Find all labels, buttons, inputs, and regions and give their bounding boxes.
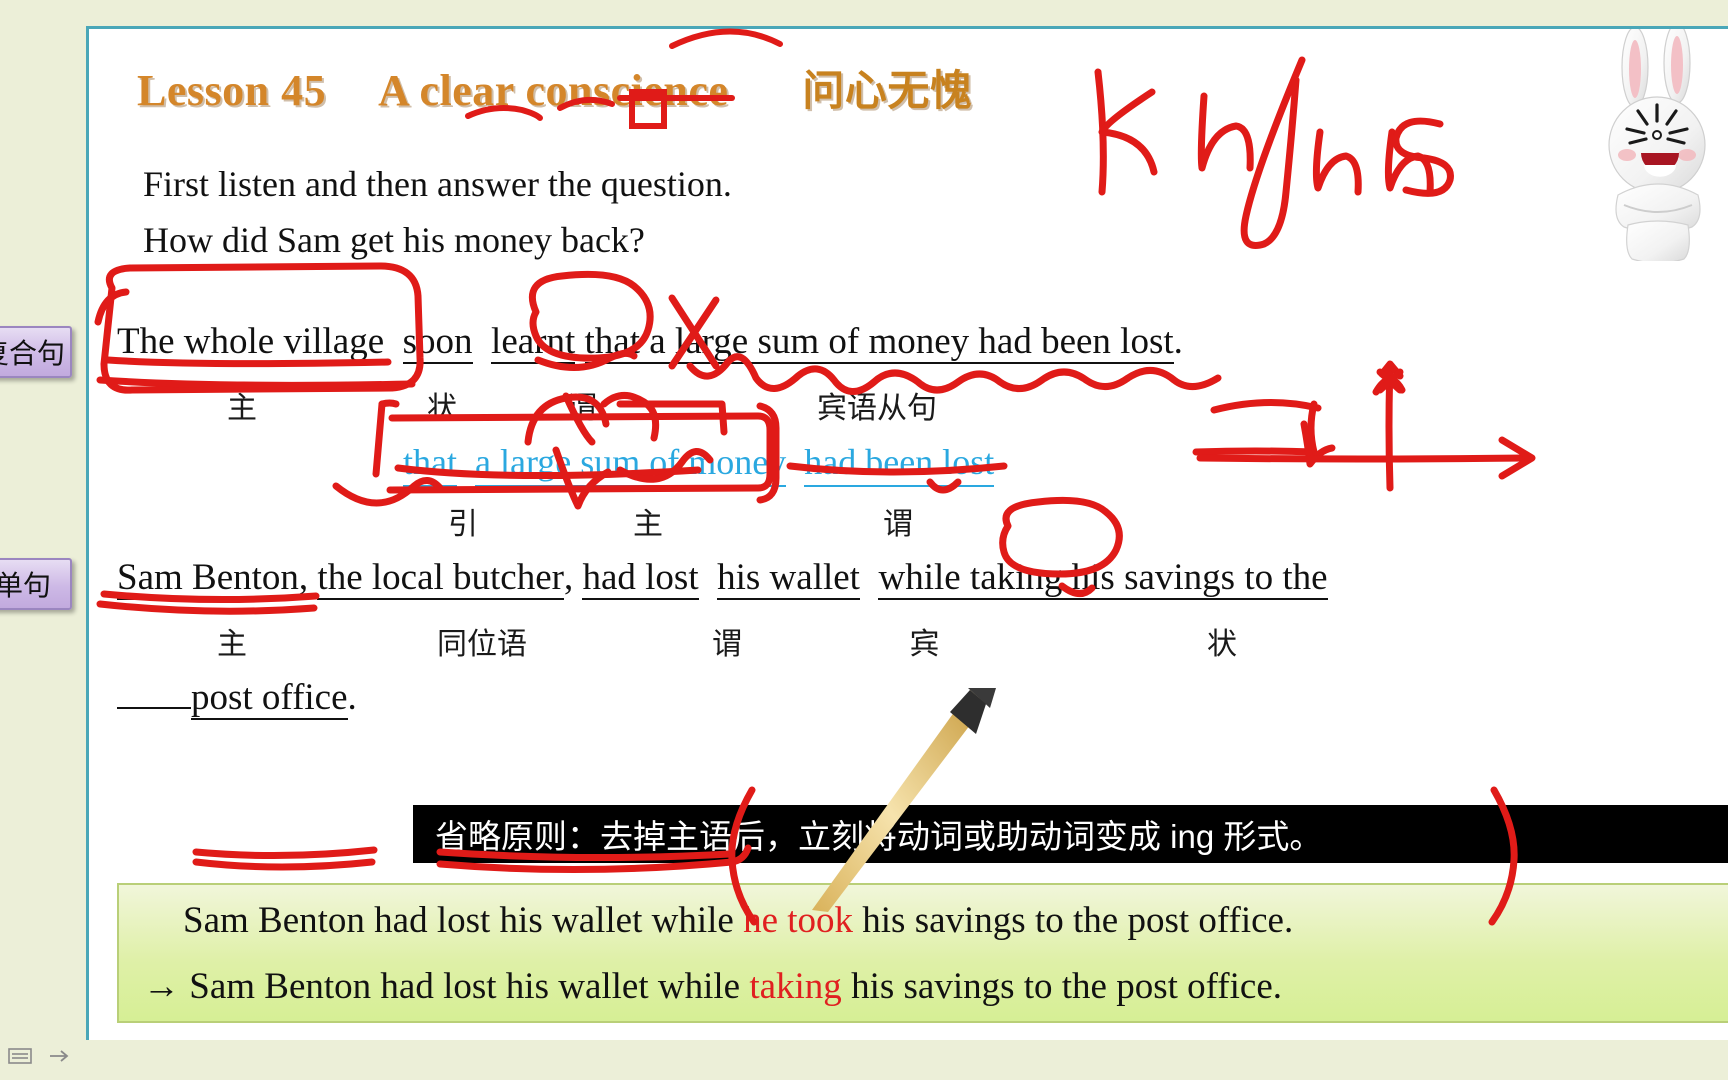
simple-object: his wallet: [717, 557, 860, 600]
result-arrow: →: [143, 966, 190, 1007]
label-appositive: 同位语: [437, 628, 527, 661]
label-object-clause: 宾语从句: [817, 392, 937, 425]
continuation-rule: [117, 707, 191, 709]
label-subject: 主: [227, 392, 257, 425]
complex-sentence-labels: 主 状 谓 宾语从句: [117, 383, 1107, 427]
segment-adverbial: soon: [402, 321, 473, 364]
result-highlight: taking: [749, 966, 842, 1007]
intro-block: First listen and then answer the questio…: [143, 157, 732, 269]
lesson-number: Lesson 45: [137, 66, 327, 115]
label-adverbial: 状: [427, 392, 457, 425]
intro-line-2: How did Sam get his money back?: [143, 219, 645, 260]
tab-simple-sentence-label: 单句: [0, 570, 51, 601]
transformation-original: Sam Benton had lost his wallet while he …: [183, 899, 1293, 942]
label-clause-predicate: 谓: [883, 508, 913, 541]
lesson-title-english: A clear conscience: [378, 66, 729, 115]
label-simple-subject: 主: [217, 628, 247, 661]
segment-predicate: learnt: [491, 321, 576, 364]
simple-adverbial: while taking his savings to the: [878, 557, 1328, 600]
clause-predicate: had been lost: [804, 441, 995, 487]
original-before: Sam Benton had lost his wallet while: [183, 900, 744, 941]
label-predicate: 谓: [567, 392, 597, 425]
object-clause-labels: 引主谓: [403, 499, 1023, 543]
comma-1: ,: [298, 557, 318, 598]
segment-period: .: [1173, 321, 1183, 362]
segment-object-clause: that a large sum of money had been lost: [584, 321, 1174, 364]
simple-appositive: the local butcher: [317, 557, 564, 600]
label-clause-conjunction: 引: [448, 508, 478, 541]
continuation-period: .: [347, 677, 357, 718]
presentation-screen: Lesson 45 A clear conscience 问心无愧 First …: [0, 0, 1728, 1080]
comma-2: ,: [563, 557, 583, 598]
slide-title: Lesson 45 A clear conscience 问心无愧: [137, 57, 972, 118]
label-simple-adverbial: 状: [1207, 628, 1237, 661]
taskbar-tray: [8, 1046, 74, 1066]
label-simple-object: 宾: [909, 628, 940, 661]
simple-sentence-line: Sam Benton, the local butcher, had lost …: [117, 559, 1328, 600]
rule-banner: 省略原则：去掉主语后，立刻将动词或助动词变成 ing 形式。: [413, 805, 1728, 863]
clause-subject: a large sum of money: [474, 441, 787, 487]
simple-sentence-continuation: post office.: [117, 679, 357, 720]
object-clause-line: that a large sum of money had been lost: [403, 441, 995, 487]
stylus-pointer-icon: [812, 688, 996, 912]
continuation-text: post office: [191, 677, 348, 720]
label-clause-subject: 主: [633, 508, 663, 541]
tab-complex-sentence-label: 复合句: [0, 338, 65, 369]
slide-view-icon[interactable]: [8, 1046, 34, 1066]
simple-sentence-labels: 主 同位语 谓 宾 状: [117, 619, 1432, 663]
lesson-title-chinese: 问心无愧: [802, 69, 973, 115]
result-before: Sam Benton had lost his wallet while: [189, 966, 750, 1007]
clause-conjunction: that: [403, 441, 457, 487]
next-arrow-icon[interactable]: [48, 1046, 74, 1066]
simple-predicate: had lost: [582, 557, 699, 600]
sidebar-item-complex-sentence[interactable]: 复合句: [0, 326, 72, 378]
sidebar-item-simple-sentence[interactable]: 单句: [0, 558, 72, 610]
intro-line-1: First listen and then answer the questio…: [143, 164, 732, 204]
label-simple-predicate: 谓: [712, 628, 742, 661]
simple-subject: Sam Benton: [117, 557, 299, 600]
segment-subject: The whole village: [117, 321, 385, 364]
result-after: his savings to the post office.: [841, 966, 1283, 1007]
transformation-result: → Sam Benton had lost his wallet while t…: [143, 965, 1282, 1008]
complex-sentence-line: The whole village soon learnt that a lar…: [117, 323, 1183, 364]
rabbit-sticker-icon: [1608, 29, 1706, 261]
